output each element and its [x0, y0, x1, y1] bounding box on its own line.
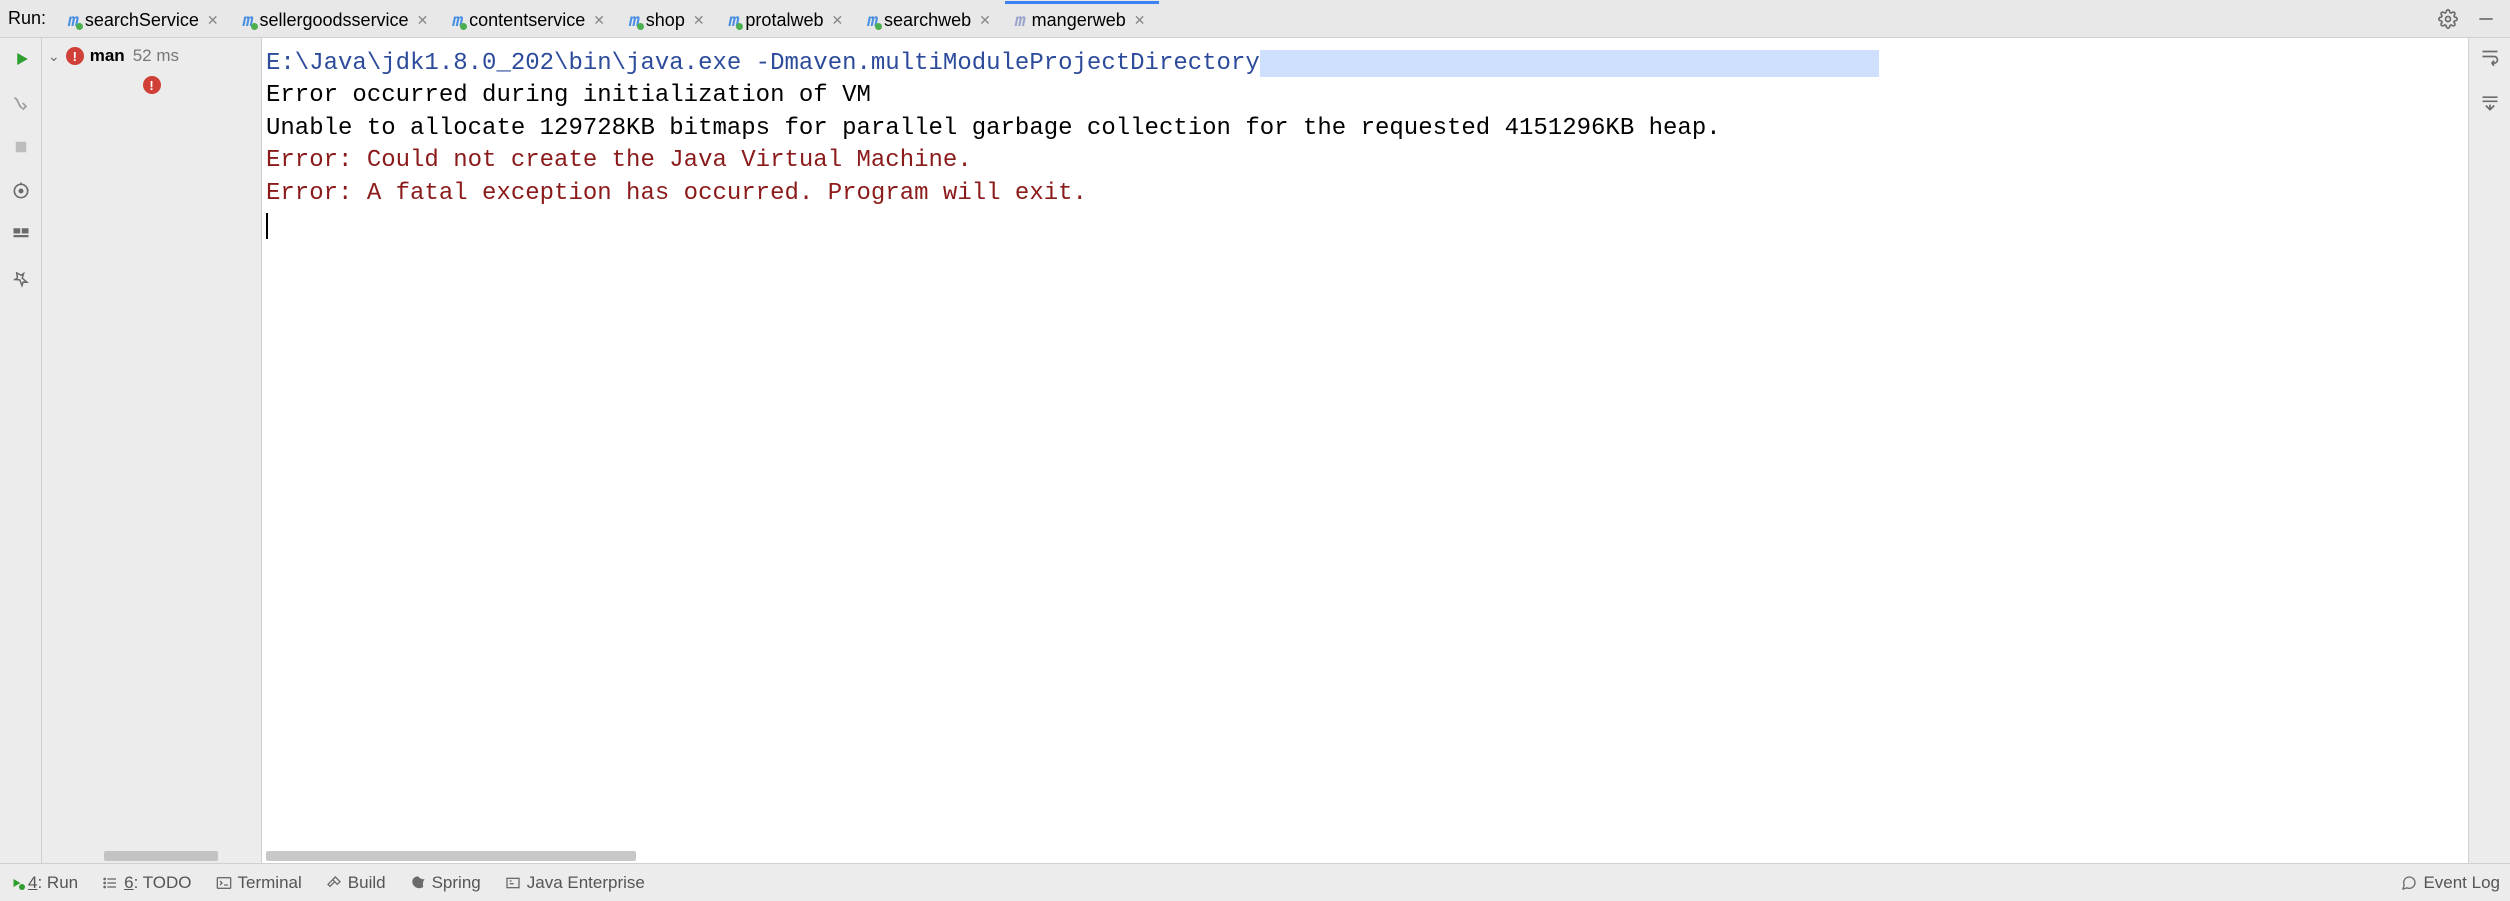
watch-icon[interactable] [10, 180, 32, 202]
toolwindow-terminal[interactable]: Terminal [216, 873, 302, 893]
maven-icon: m [68, 10, 79, 31]
maven-icon: m [867, 10, 878, 31]
close-icon[interactable]: ✕ [691, 12, 707, 29]
maven-icon: m [729, 10, 740, 31]
tab-contentservice[interactable]: m contentservice ✕ [442, 1, 619, 37]
tab-protalweb[interactable]: m protalweb ✕ [719, 1, 858, 37]
list-icon [102, 875, 118, 891]
run-label: Run: [6, 8, 54, 29]
toolwindow-label: Event Log [2423, 873, 2500, 893]
close-icon[interactable]: ✕ [591, 12, 607, 29]
layout-icon[interactable] [10, 224, 32, 246]
horizontal-scrollbar[interactable] [42, 849, 261, 863]
left-toolbar [0, 38, 42, 863]
soft-wrap-icon[interactable] [2479, 48, 2501, 70]
toolwindow-label: Terminal [238, 873, 302, 893]
console-error-line: Error: Could not create the Java Virtual… [266, 147, 972, 174]
console-output[interactable]: E:\Java\jdk1.8.0_202\bin\java.exe -Dmave… [262, 38, 2468, 849]
toolwindow-label: 4: Run [28, 873, 78, 893]
toolwindow-javaee[interactable]: Java Enterprise [505, 873, 645, 893]
stop-icon[interactable] [10, 136, 32, 158]
pin-icon[interactable] [10, 268, 32, 290]
run-config-tabs: m searchService ✕ m sellergoodsservice ✕… [58, 0, 2434, 37]
scroll-to-end-icon[interactable] [2479, 92, 2501, 114]
toolwindow-spring[interactable]: Spring [410, 873, 481, 893]
step-icon[interactable] [10, 92, 32, 114]
right-toolbar [2468, 38, 2510, 863]
speech-bubble-icon [2401, 875, 2417, 891]
close-icon[interactable]: ✕ [415, 12, 431, 29]
console-command-line: E:\Java\jdk1.8.0_202\bin\java.exe -Dmave… [266, 50, 1879, 77]
toolwindow-label: Java Enterprise [527, 873, 645, 893]
tab-label: protalweb [745, 10, 823, 31]
test-root-row[interactable]: ⌄ ! man 52 ms [42, 38, 261, 70]
tab-searchservice[interactable]: m searchService ✕ [58, 1, 233, 37]
tab-label: mangerweb [1032, 10, 1126, 31]
console-line: Unable to allocate 129728KB bitmaps for … [266, 115, 1721, 142]
console-error-line: Error: A fatal exception has occurred. P… [266, 180, 1087, 207]
console-panel: E:\Java\jdk1.8.0_202\bin\java.exe -Dmave… [262, 38, 2468, 863]
horizontal-scrollbar[interactable] [262, 849, 2468, 863]
close-icon[interactable]: ✕ [829, 12, 845, 29]
rerun-icon[interactable] [10, 48, 32, 70]
run-tool-header: Run: m searchService ✕ m sellergoodsserv… [0, 0, 2510, 38]
maven-icon: m [629, 10, 640, 31]
scrollbar-thumb[interactable] [266, 851, 636, 861]
close-icon[interactable]: ✕ [977, 12, 993, 29]
spring-icon [410, 875, 426, 891]
javaee-icon [505, 875, 521, 891]
tab-sellergoodsservice[interactable]: m sellergoodsservice ✕ [233, 1, 443, 37]
close-icon[interactable]: ✕ [1132, 12, 1148, 29]
toolwindow-label: 6: TODO [124, 873, 191, 893]
toolwindow-run[interactable]: 4: Run [10, 873, 78, 893]
test-duration: 52 ms [131, 46, 179, 66]
selection-highlight [1260, 50, 1879, 77]
tab-label: sellergoodsservice [260, 10, 409, 31]
tab-label: shop [646, 10, 685, 31]
main-content: ⌄ ! man 52 ms ! E:\Java\jdk1.8.0_202\bin… [0, 38, 2510, 863]
text-cursor [266, 213, 268, 239]
tab-label: searchweb [884, 10, 971, 31]
toolwindow-eventlog[interactable]: Event Log [2401, 873, 2500, 893]
terminal-icon [216, 875, 232, 891]
maven-icon: m [243, 10, 254, 31]
top-right-controls [2438, 9, 2504, 29]
toolwindow-label: Build [348, 873, 386, 893]
console-line: Error occurred during initialization of … [266, 82, 871, 109]
toolwindow-label: Spring [432, 873, 481, 893]
gear-icon[interactable] [2438, 9, 2458, 29]
toolwindow-build[interactable]: Build [326, 873, 386, 893]
error-badge-icon: ! [66, 47, 84, 65]
error-badge-icon: ! [143, 76, 161, 94]
test-child-row[interactable]: ! [42, 70, 261, 94]
tab-searchweb[interactable]: m searchweb ✕ [857, 1, 1005, 37]
tab-label: contentservice [469, 10, 585, 31]
play-icon [10, 877, 22, 889]
toolwindow-todo[interactable]: 6: TODO [102, 873, 191, 893]
chevron-down-icon[interactable]: ⌄ [48, 48, 60, 65]
status-bar: 4: Run 6: TODO Terminal Build Spring Jav… [0, 863, 2510, 901]
tab-shop[interactable]: m shop ✕ [619, 1, 719, 37]
scrollbar-thumb[interactable] [104, 851, 218, 861]
tab-mangerweb[interactable]: m mangerweb ✕ [1005, 1, 1160, 37]
tab-label: searchService [85, 10, 199, 31]
maven-icon: m [1015, 10, 1026, 31]
test-tree: ⌄ ! man 52 ms ! [42, 38, 262, 863]
maven-icon: m [452, 10, 463, 31]
close-icon[interactable]: ✕ [205, 12, 221, 29]
hammer-icon [326, 875, 342, 891]
minimize-icon[interactable] [2476, 9, 2496, 29]
test-name: man [90, 46, 125, 66]
